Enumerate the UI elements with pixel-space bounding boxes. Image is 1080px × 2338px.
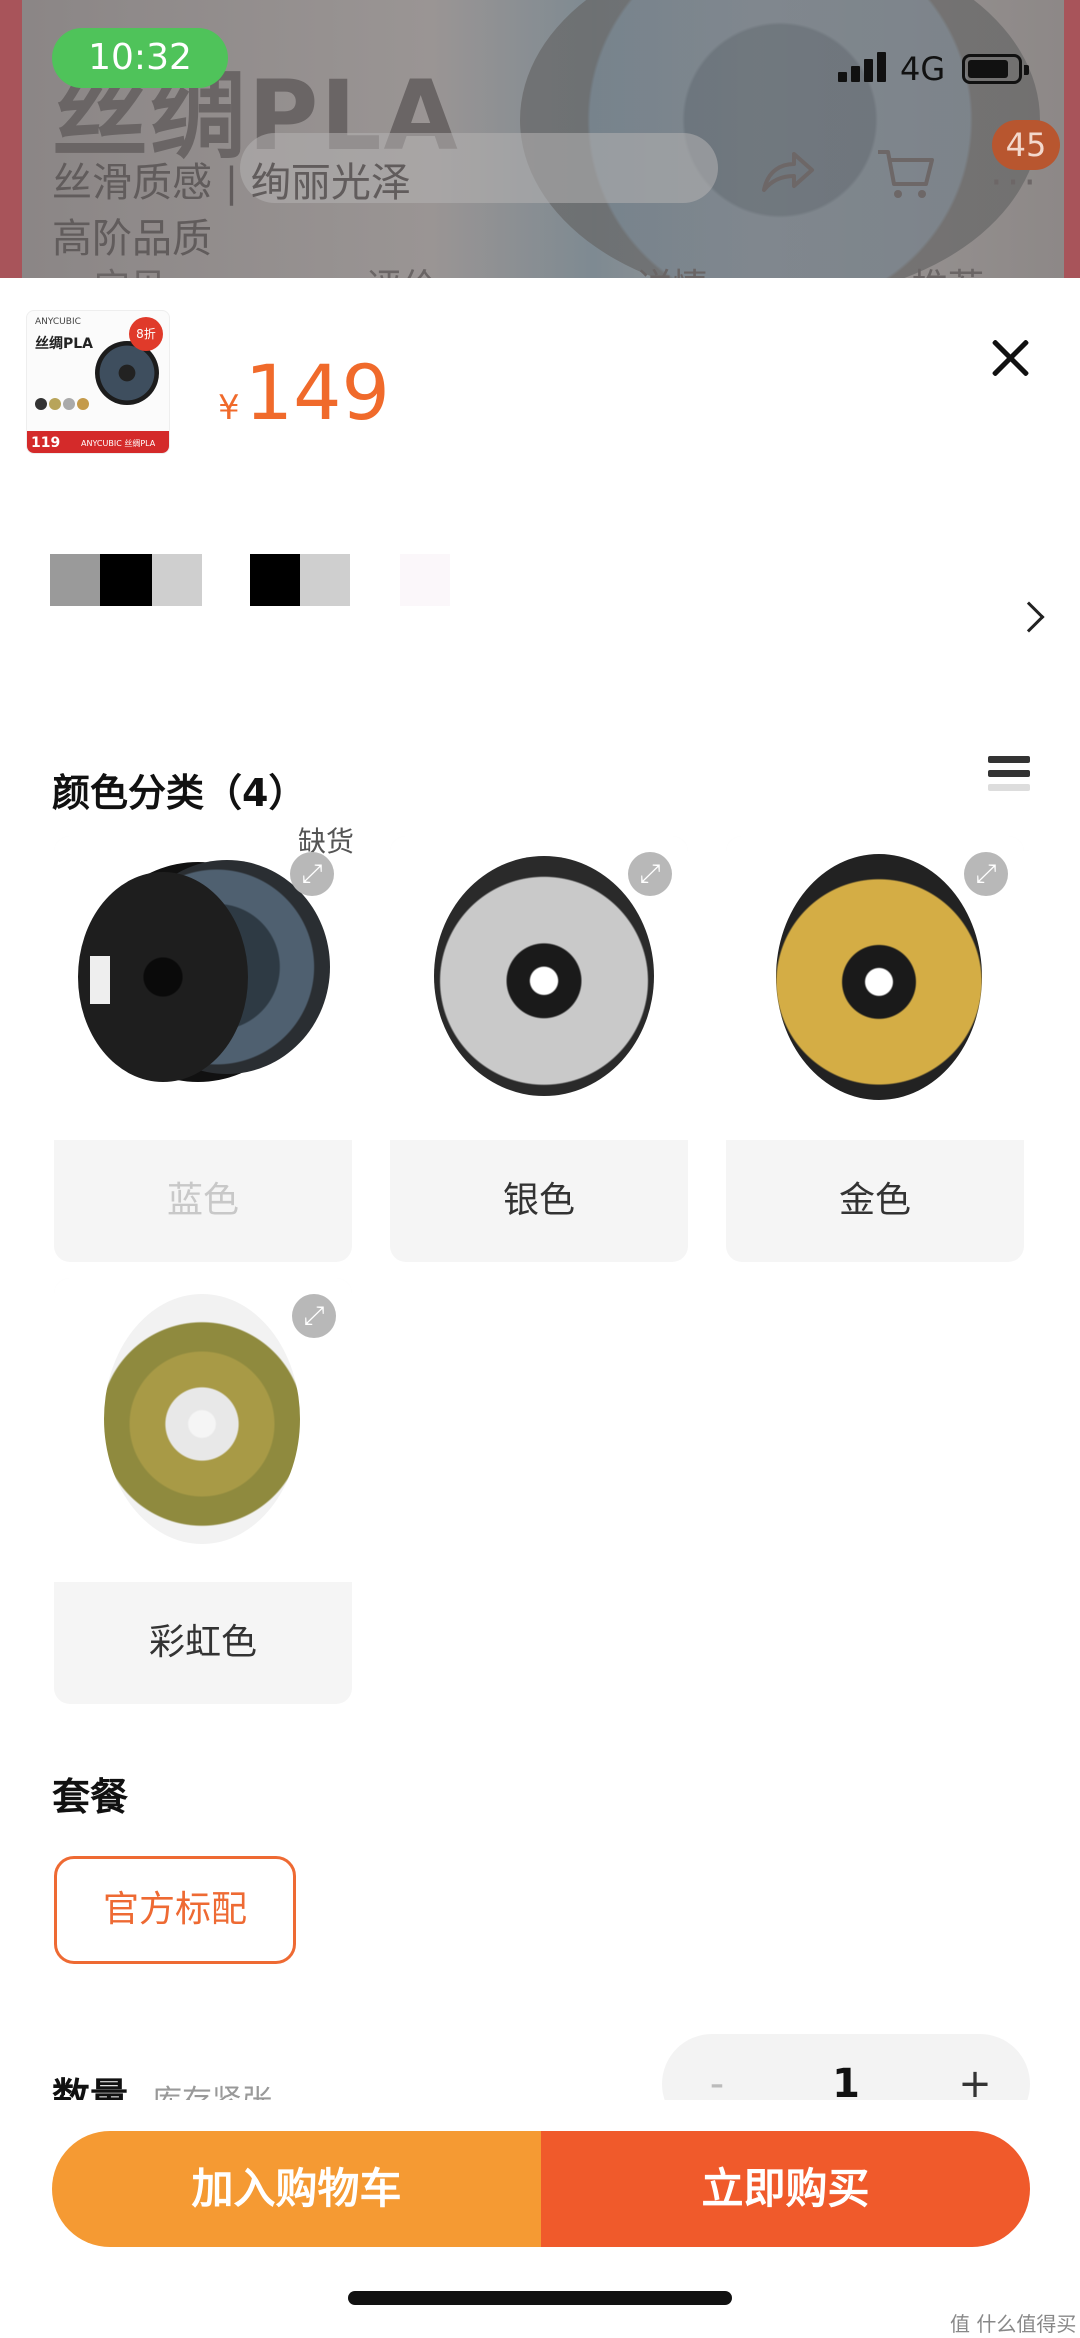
product-thumbnail[interactable]: ANYCUBIC 丝绸PLA 8折 119 ANYCUBIC 丝绸PLA [26, 310, 170, 454]
color-section-title: 颜色分类（4） [52, 771, 307, 815]
color-option-blue[interactable]: 蓝色 [54, 836, 352, 1262]
thumbnail-title: 丝绸PLA [35, 336, 94, 352]
network-type: 4G [900, 50, 946, 88]
tab-review: 评价 [366, 258, 438, 278]
battery-icon [962, 54, 1029, 84]
add-to-cart-button[interactable]: 加入购物车 [52, 2131, 541, 2247]
color-option-rainbow[interactable]: 彩虹色 [54, 1278, 352, 1704]
selected-swatch-1[interactable] [50, 554, 202, 606]
spool-image-rainbow [104, 1294, 300, 1544]
spool-image-silver [434, 856, 654, 1096]
color-option-label: 金色 [838, 1180, 911, 1221]
hero-edge-left [0, 0, 22, 278]
thumbnail-brand: ANYCUBIC [35, 317, 81, 327]
watermark: 值 什么值得买 [950, 2312, 1077, 2336]
expand-icon[interactable] [292, 1294, 336, 1338]
buy-now-button[interactable]: 立即购买 [541, 2131, 1030, 2247]
chevron-right-icon[interactable] [1013, 601, 1045, 633]
cart-icon [878, 150, 934, 198]
hero-subtitle-2: 高阶品质 [52, 216, 212, 262]
selected-swatch-2[interactable] [250, 554, 352, 606]
color-option-label: 银色 [502, 1180, 575, 1221]
price-value: 149 [244, 348, 390, 437]
expand-icon[interactable] [628, 852, 672, 896]
sku-price: ¥ 149 [218, 348, 390, 437]
share-icon [762, 152, 814, 192]
thumbnail-discount-tag: 8折 [129, 317, 163, 351]
thumbnail-footer: ANYCUBIC 丝绸PLA [81, 439, 156, 448]
tab-item: 宝贝 [94, 258, 166, 278]
sku-selection-sheet: ANYCUBIC 丝绸PLA 8折 119 ANYCUBIC 丝绸PLA ¥ 1… [0, 278, 1080, 2338]
hero-subtitle: 丝滑质感 | 绚丽光泽 [52, 160, 411, 206]
signal-icon [838, 52, 890, 82]
package-section-title: 套餐 [52, 1775, 129, 1819]
home-indicator[interactable] [348, 2291, 732, 2305]
thumbnail-color-dots [35, 395, 91, 414]
tab-detail: 详情 [636, 258, 708, 278]
spool-image-gold [776, 854, 982, 1100]
purchase-action-bar: 加入购物车 立即购买 [52, 2131, 1030, 2247]
list-view-icon[interactable] [988, 756, 1030, 800]
page: 丝绸PLA 丝滑质感 | 绚丽光泽 高阶品质 45 ··· 宝贝 评价 详情 推… [0, 0, 1080, 2338]
selected-swatch-3[interactable] [400, 554, 450, 606]
expand-icon[interactable] [964, 852, 1008, 896]
more-icon: ··· [990, 160, 1041, 206]
color-option-label: 彩虹色 [148, 1622, 257, 1663]
hero-edge-right [1064, 0, 1080, 278]
package-option-official[interactable]: 官方标配 [54, 1856, 296, 1964]
close-icon[interactable] [986, 334, 1034, 382]
color-option-gold[interactable]: 金色 [726, 836, 1024, 1262]
expand-icon[interactable] [290, 852, 334, 896]
color-option-label: 蓝色 [166, 1180, 239, 1221]
color-option-silver[interactable]: 银色 [390, 836, 688, 1262]
thumbnail-price: 119 [31, 435, 61, 451]
price-currency: ¥ [218, 388, 240, 428]
tab-recommend: 推荐 [912, 258, 984, 278]
status-time: 10:32 [52, 28, 228, 88]
